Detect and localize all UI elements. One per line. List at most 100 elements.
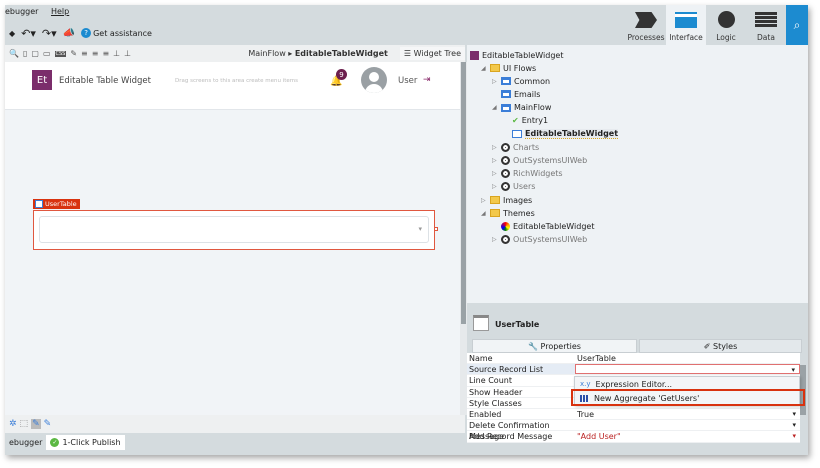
screen-canvas[interactable]: Et Editable Table Widget Drag screens to… <box>5 62 460 415</box>
tab-data[interactable]: Data <box>746 5 786 45</box>
property-name: Add Record Message <box>469 432 553 442</box>
tree-item[interactable]: ▷ Users <box>492 181 535 193</box>
align-right-icon[interactable]: ≡ <box>102 49 109 58</box>
tablet-icon[interactable]: ▢ <box>31 49 39 58</box>
widget-tree-icon[interactable]: ⊥ <box>113 49 120 58</box>
data-icon <box>755 12 777 28</box>
table-records-icon[interactable]: ✎ <box>44 419 52 429</box>
property-value[interactable] <box>575 364 800 376</box>
menu-help[interactable]: Help <box>51 7 69 16</box>
tree-item[interactable]: EditableTableWidget <box>492 220 594 232</box>
expand-arrow-icon[interactable]: ◢ <box>481 65 487 72</box>
module-icon <box>501 169 510 179</box>
desktop-icon[interactable]: ▭ <box>43 49 51 58</box>
property-name: Name <box>469 354 493 363</box>
expand-arrow-icon[interactable]: ▷ <box>492 157 498 164</box>
tab-logic[interactable]: Logic <box>706 5 746 45</box>
expand-arrow-icon[interactable]: ▷ <box>492 170 498 177</box>
phone-icon[interactable]: ▯ <box>23 49 27 58</box>
canvas-bottom-toolbar: ✲ ⬚ ✎ ✎ <box>5 415 465 433</box>
align-left-icon[interactable]: ≡ <box>81 49 88 58</box>
tree-item[interactable]: ▷ Charts <box>492 141 539 153</box>
canvas-scrollbar[interactable] <box>460 62 467 415</box>
theme-icon[interactable]: ✎ <box>70 49 77 58</box>
tab-1-click-publish[interactable]: ✓ 1-Click Publish <box>46 435 125 450</box>
compare-icon[interactable]: ◆ <box>9 29 15 38</box>
module-icon <box>501 235 510 245</box>
menu-hint: Drag screens to this area create menu it… <box>175 78 299 84</box>
tree-item[interactable]: ◢ Themes <box>481 207 535 219</box>
menu-debugger[interactable]: ebugger <box>5 7 38 16</box>
table-dropdown[interactable]: ▾ <box>39 216 429 243</box>
expand-arrow-icon[interactable]: ◢ <box>481 210 487 217</box>
property-value[interactable]: True <box>575 409 800 420</box>
module-icon <box>501 142 510 152</box>
screen-icon <box>512 130 522 138</box>
help-icon: ? <box>81 28 92 38</box>
tree-item[interactable]: Emails <box>492 88 540 100</box>
expand-arrow-icon[interactable]: ▷ <box>481 197 487 204</box>
tree-item[interactable]: ▷ OutSystemsUIWeb <box>492 234 587 246</box>
tree-item[interactable]: ▷ Images <box>481 194 532 206</box>
property-value[interactable]: UserTable <box>575 353 800 363</box>
interface-icon <box>675 12 697 28</box>
widget-tree-icon-2[interactable]: ⊥ <box>124 49 131 58</box>
preview-header: Et Editable Table Widget Drag screens to… <box>5 62 460 110</box>
expression-icon: x.y <box>580 380 591 388</box>
breadcrumb: MainFlow ▸ EditableTableWidget <box>248 49 388 58</box>
redo-icon[interactable]: ↷▾ <box>42 27 57 40</box>
align-center-icon[interactable]: ≡ <box>92 49 99 58</box>
property-value[interactable]: "Add User" <box>575 431 800 442</box>
entry-icon: ✔ <box>512 116 519 126</box>
flow-icon <box>501 77 511 86</box>
resize-handle[interactable] <box>434 227 438 231</box>
expand-arrow-icon[interactable]: ▷ <box>492 183 498 190</box>
flow-icon <box>501 103 511 112</box>
user-table-widget[interactable]: ▾ <box>33 210 438 250</box>
widget-icon[interactable]: ✲ <box>9 419 17 429</box>
main-toolbar: ◆ ↶▾ ↷▾ 📣 ? Get assistance <box>9 25 152 41</box>
folder-icon <box>490 209 500 218</box>
table-widget-icon <box>35 200 43 208</box>
folder-icon <box>490 196 500 204</box>
tab-properties[interactable]: 🔧 Properties <box>472 339 637 353</box>
tree-item[interactable]: ✔ Entry1 <box>503 115 548 127</box>
search-button[interactable]: ⌕ <box>786 5 808 45</box>
tree-item[interactable]: ▷ RichWidgets <box>492 168 563 180</box>
scrollbar-thumb[interactable] <box>461 62 466 324</box>
tree-item[interactable]: ▷ Common <box>492 75 550 87</box>
tree-item[interactable]: ◢ UI Flows <box>481 62 536 74</box>
wrench-icon: 🔧 <box>528 341 541 351</box>
expand-arrow-icon[interactable]: ▷ <box>492 78 498 85</box>
property-value[interactable] <box>575 420 800 431</box>
expand-arrow-icon[interactable]: ▷ <box>492 144 498 151</box>
tab-processes[interactable]: Processes <box>626 5 666 45</box>
announce-icon[interactable]: 📣 <box>63 28 75 39</box>
menu-bar: ebugger Help <box>5 7 79 16</box>
properties-title: UserTable <box>495 320 540 329</box>
undo-icon[interactable]: ↶▾ <box>21 27 36 40</box>
app-title: Editable Table Widget <box>59 76 151 86</box>
container-icon[interactable]: ⬚ <box>20 419 29 429</box>
tree-root[interactable]: EditableTableWidget <box>470 49 563 61</box>
tab-interface[interactable]: Interface <box>666 5 706 45</box>
expand-arrow-icon[interactable]: ▷ <box>492 236 498 243</box>
css-icon[interactable]: CSS <box>54 50 67 57</box>
tree-item[interactable]: ◢ MainFlow <box>492 102 551 114</box>
zoom-icon[interactable]: 🔍 <box>9 49 19 58</box>
expand-arrow-icon[interactable]: ◢ <box>492 104 498 111</box>
avatar[interactable] <box>361 67 387 93</box>
tab-styles[interactable]: ✐ Styles <box>639 339 802 353</box>
edit-table-icon[interactable]: ✎ <box>31 419 41 429</box>
table-records-icon <box>473 315 489 331</box>
widget-tree-tab[interactable]: ☰ Widget Tree <box>399 47 465 60</box>
property-name: Line Count <box>469 376 512 386</box>
tree-item[interactable]: ▷ OutSystemsUIWeb <box>492 154 587 166</box>
module-icon <box>501 182 510 192</box>
check-icon: ✓ <box>50 438 60 447</box>
tree-item[interactable]: EditableTableWidget <box>503 128 619 140</box>
get-assistance-button[interactable]: ? Get assistance <box>81 28 152 38</box>
tab-debugger[interactable]: ebugger <box>5 435 46 450</box>
logout-icon[interactable]: ⇥ <box>423 75 431 85</box>
service-studio-window: ebugger Help ◆ ↶▾ ↷▾ 📣 ? Get assistance … <box>5 5 808 455</box>
